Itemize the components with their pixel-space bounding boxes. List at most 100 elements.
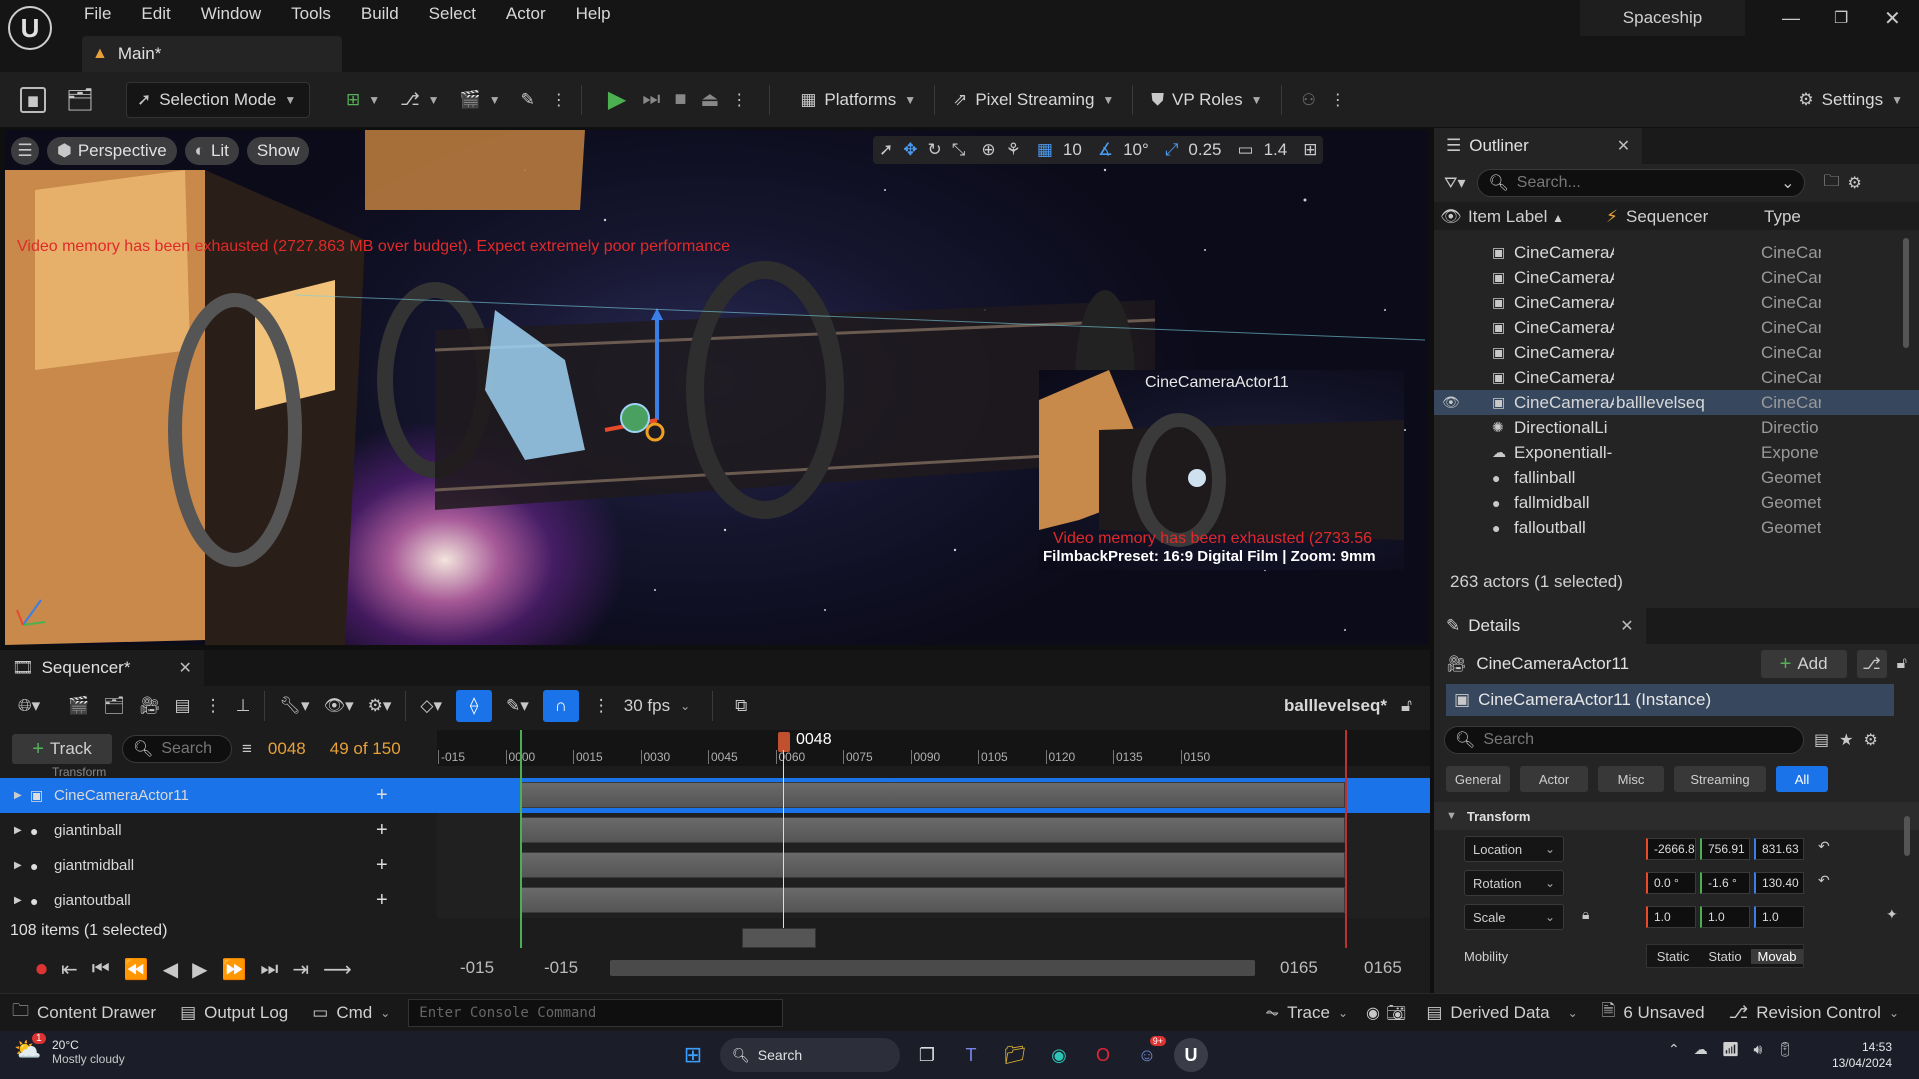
previous-key-icon[interactable]: ⏮ bbox=[92, 958, 110, 981]
sequencer-column[interactable]: Sequencer bbox=[1626, 207, 1708, 227]
track-search-input[interactable]: 🔍︎ Search bbox=[122, 735, 232, 763]
location-y-field[interactable]: 756.91 bbox=[1700, 838, 1750, 860]
outliner-row[interactable]: ▣ CineCameraA CineCar bbox=[1434, 365, 1919, 390]
clapper-icon[interactable]: ▤ bbox=[175, 696, 191, 716]
filter-misc[interactable]: Misc bbox=[1598, 766, 1664, 792]
weather-widget[interactable]: ⛅ 1 20°C Mostly cloudy bbox=[14, 1033, 125, 1067]
close-icon[interactable]: ✕ bbox=[1620, 616, 1633, 636]
grid-snap-icon[interactable]: ▦ bbox=[1037, 140, 1053, 160]
content-browser-icon[interactable]: 🗂 bbox=[66, 87, 94, 113]
record-icon[interactable]: ⏺ bbox=[36, 956, 47, 982]
show-button[interactable]: Show bbox=[246, 137, 310, 165]
menu-edit[interactable]: Edit bbox=[141, 4, 170, 24]
scale-snap-value[interactable]: 0.25 bbox=[1188, 140, 1221, 160]
location-x-field[interactable]: -2666.8 bbox=[1646, 838, 1696, 860]
details-tab[interactable]: ✎ Details ✕ bbox=[1434, 608, 1646, 644]
outliner-row[interactable]: ▣ CineCameraA CineCar bbox=[1434, 290, 1919, 315]
add-actor-button[interactable]: ⊞ ▼ bbox=[336, 82, 390, 118]
range-start-field-b[interactable]: -015 bbox=[544, 958, 578, 978]
edge-icon[interactable]: ◉ bbox=[1042, 1038, 1076, 1072]
add-subtrack-icon[interactable]: + bbox=[376, 784, 388, 807]
settings-button[interactable]: ⚙ Settings ▼ bbox=[1788, 82, 1913, 118]
snap-options-icon[interactable]: ⋮ bbox=[593, 696, 610, 716]
rotation-y-field[interactable]: -1.6 ° bbox=[1700, 872, 1750, 894]
range-end-field-a[interactable]: 0165 bbox=[1280, 958, 1318, 978]
camera-speed-value[interactable]: 1.4 bbox=[1264, 140, 1288, 160]
menu-file[interactable]: File bbox=[84, 4, 111, 24]
level-tab[interactable]: ▲ Main* bbox=[82, 36, 342, 72]
table-view-icon[interactable]: ▤ bbox=[1814, 730, 1829, 750]
edit-icon[interactable]: ✎▾ bbox=[506, 696, 529, 716]
details-actor-name[interactable]: CineCameraActor11 bbox=[1476, 654, 1629, 674]
end-range-marker[interactable] bbox=[1345, 730, 1347, 948]
track-section-bar[interactable] bbox=[521, 817, 1345, 843]
type-column[interactable]: Type bbox=[1764, 207, 1801, 227]
record-trace-icon[interactable]: ◉ bbox=[1366, 1003, 1380, 1023]
gear-icon[interactable]: ⚙ bbox=[1863, 730, 1877, 750]
filter-actor[interactable]: Actor bbox=[1520, 766, 1588, 792]
mobility-stationary[interactable]: Statio bbox=[1699, 949, 1751, 964]
gear-icon[interactable]: ⚙ bbox=[1848, 173, 1862, 193]
current-frame-field[interactable]: 0048 bbox=[268, 739, 306, 759]
console-input[interactable]: Enter Console Command bbox=[408, 998, 784, 1027]
fps-dropdown[interactable]: 30 fps ⌄ bbox=[624, 696, 690, 716]
file-explorer-icon[interactable]: 📁︎ bbox=[998, 1038, 1032, 1072]
auto-key-icon[interactable]: ⟠ bbox=[456, 690, 493, 722]
level-viewport[interactable]: ☰ ⬢ Perspective ◐ Lit Show ➚ ✥ ↻ ⤡ ⊕ ⚘ ▦ 1… bbox=[5, 130, 1428, 645]
lit-button[interactable]: ◐ Lit bbox=[184, 137, 239, 165]
menu-help[interactable]: Help bbox=[576, 4, 611, 24]
discord-icon[interactable]: ☺ 9+ bbox=[1130, 1036, 1166, 1072]
screenshot-icon[interactable]: 📷︎ bbox=[1386, 1003, 1406, 1023]
reset-location-icon[interactable]: ↶ bbox=[1818, 838, 1830, 855]
lock-icon[interactable]: 🔓︎ bbox=[1401, 696, 1412, 716]
outliner-row[interactable]: ● fallmidball Geomet bbox=[1434, 490, 1919, 515]
scale-snap-icon[interactable]: ⤢ bbox=[1165, 140, 1179, 160]
scale-x-field[interactable]: 1.0 bbox=[1646, 906, 1696, 928]
render-icon[interactable]: 🗂 bbox=[103, 696, 125, 716]
sequencer-track-row[interactable]: ▶ ▣ CineCameraActor11 + bbox=[0, 778, 1430, 813]
onedrive-icon[interactable]: ☁ bbox=[1694, 1041, 1708, 1058]
key-icon[interactable]: ◇▾ bbox=[420, 696, 442, 716]
range-start-field-a[interactable]: -015 bbox=[460, 958, 494, 978]
filter-icon[interactable]: ≡ bbox=[242, 739, 252, 759]
add-subtrack-icon[interactable]: + bbox=[376, 854, 388, 877]
outliner-row[interactable]: ▣ CineCameraA CineCar bbox=[1434, 240, 1919, 265]
add-subtrack-icon[interactable]: + bbox=[376, 819, 388, 842]
outliner-row[interactable]: ✺ DirectionalLi Directio bbox=[1434, 415, 1919, 440]
scale-lock-icon[interactable]: 🔒︎ bbox=[1582, 906, 1589, 923]
menu-select[interactable]: Select bbox=[429, 4, 476, 24]
more-toolbar-icon[interactable]: ⋮ bbox=[1330, 90, 1346, 110]
outliner-tab[interactable]: ☰ Outliner ✕ bbox=[1434, 128, 1643, 164]
menu-actor[interactable]: Actor bbox=[506, 4, 546, 24]
output-log-button[interactable]: ▤ Output Log bbox=[168, 1003, 300, 1023]
start-icon[interactable]: ⊞ bbox=[676, 1038, 710, 1072]
step-back-icon[interactable]: ⏪ bbox=[124, 957, 149, 982]
world-space-icon[interactable]: ⊕ bbox=[981, 140, 995, 160]
next-key-icon[interactable]: ⏭ bbox=[260, 958, 278, 981]
opera-icon[interactable]: O bbox=[1086, 1038, 1120, 1072]
battery-icon[interactable]: 🔋︎ bbox=[1776, 1041, 1794, 1058]
scale-z-field[interactable]: 1.0 bbox=[1754, 906, 1804, 928]
expand-arrow-icon[interactable]: ▶ bbox=[14, 790, 22, 801]
play-icon[interactable]: ▶ bbox=[608, 85, 626, 114]
details-scrollbar[interactable] bbox=[1904, 816, 1910, 856]
select-tool-icon[interactable]: ➚ bbox=[879, 140, 893, 160]
modes-button[interactable]: ✎ bbox=[511, 82, 545, 118]
clock[interactable]: 14:53 13/04/2024 bbox=[1812, 1039, 1892, 1071]
sequencer-track-row[interactable]: ▶ ● giantoutball + bbox=[0, 883, 1430, 918]
details-instance-row[interactable]: ▣ CineCameraActor11 (Instance) bbox=[1446, 684, 1894, 716]
step-forward-icon[interactable]: ⏩ bbox=[221, 957, 246, 982]
outliner-scrollbar[interactable] bbox=[1903, 238, 1909, 348]
details-search-input[interactable]: 🔍︎ Search bbox=[1444, 726, 1804, 754]
filter-all[interactable]: All bbox=[1776, 766, 1828, 792]
add-component-button[interactable]: + Add bbox=[1760, 650, 1847, 678]
teams-icon[interactable]: T bbox=[954, 1038, 988, 1072]
filter-streaming[interactable]: Streaming bbox=[1674, 766, 1766, 792]
rotate-icon[interactable]: ↻ bbox=[928, 140, 942, 160]
viewport-menu-button[interactable]: ☰ bbox=[11, 137, 39, 165]
rotation-dropdown[interactable]: Rotation ⌄ bbox=[1464, 870, 1564, 896]
expand-arrow-icon[interactable]: ▶ bbox=[14, 895, 22, 906]
grid-snap-value[interactable]: 10 bbox=[1063, 140, 1082, 160]
filter-icon[interactable]: ⛛▾ bbox=[1444, 173, 1465, 193]
mobility-movable[interactable]: Movab bbox=[1751, 948, 1803, 964]
